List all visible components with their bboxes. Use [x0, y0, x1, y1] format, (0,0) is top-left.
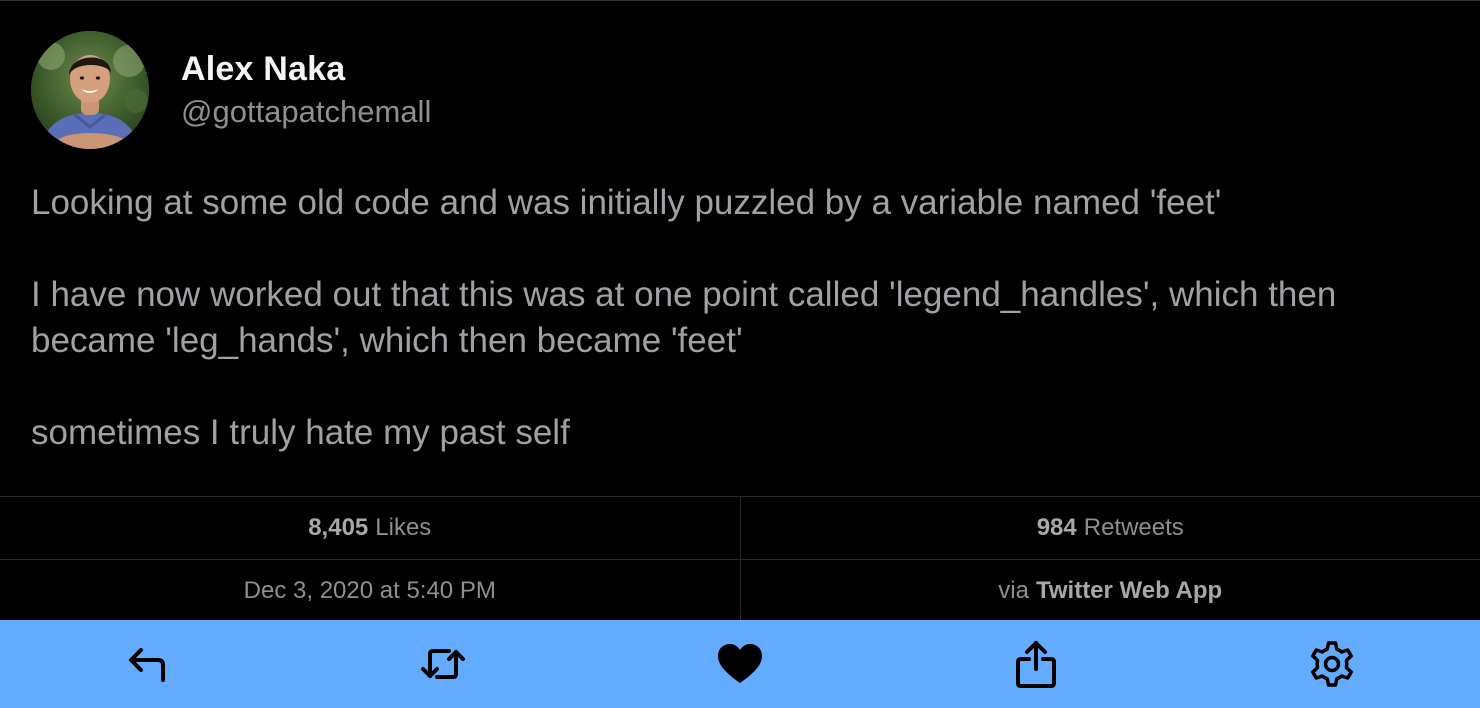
retweet-icon	[421, 649, 465, 679]
tweet-paragraph: I have now worked out that this was at o…	[31, 275, 1337, 360]
tweet-paragraph: Looking at some old code and was initial…	[31, 183, 1222, 222]
top-divider	[0, 0, 1480, 1]
heart-icon	[718, 644, 762, 683]
reply-icon	[129, 648, 165, 682]
via-app-name[interactable]: Twitter Web App	[1036, 577, 1222, 605]
avatar-photo	[31, 31, 149, 149]
share-icon	[1016, 641, 1056, 688]
tweet-text: Looking at some old code and was initial…	[31, 180, 1461, 456]
author-display-name[interactable]: Alex Naka	[181, 49, 431, 89]
likes-label: Likes	[375, 514, 432, 541]
author-handle[interactable]: @gottapatchemall	[181, 93, 431, 131]
tweet-paragraph: sometimes I truly hate my past self	[31, 413, 570, 452]
retweets-label: Retweets	[1083, 514, 1184, 541]
stats-counts-row: 8,405 Likes 984 Retweets	[0, 497, 1480, 559]
likes-stat[interactable]: 8,405 Likes	[0, 497, 740, 559]
like-button[interactable]	[700, 620, 780, 708]
retweets-stat[interactable]: 984 Retweets	[739, 497, 1480, 559]
source-app: via Twitter Web App	[739, 560, 1480, 622]
retweet-button[interactable]	[403, 620, 483, 708]
timestamp-text: Dec 3, 2020 at 5:40 PM	[243, 577, 496, 604]
settings-button[interactable]	[1292, 620, 1372, 708]
action-toolbar	[0, 620, 1480, 708]
likes-count: 8,405	[308, 514, 369, 541]
avatar[interactable]	[31, 31, 149, 149]
via-prefix: via	[998, 577, 1029, 604]
timestamp: Dec 3, 2020 at 5:40 PM	[0, 560, 740, 622]
share-button[interactable]	[996, 620, 1076, 708]
author-names: Alex Naka @gottapatchemall	[181, 31, 431, 149]
gear-icon	[1311, 641, 1353, 687]
tweet-stats: 8,405 Likes 984 Retweets Dec 3, 2020 at …	[0, 496, 1480, 622]
stats-meta-row: Dec 3, 2020 at 5:40 PM via Twitter Web A…	[0, 559, 1480, 622]
reply-button[interactable]	[107, 620, 187, 708]
retweets-count: 984	[1036, 514, 1077, 541]
tweet-header: Alex Naka @gottapatchemall	[31, 31, 431, 149]
